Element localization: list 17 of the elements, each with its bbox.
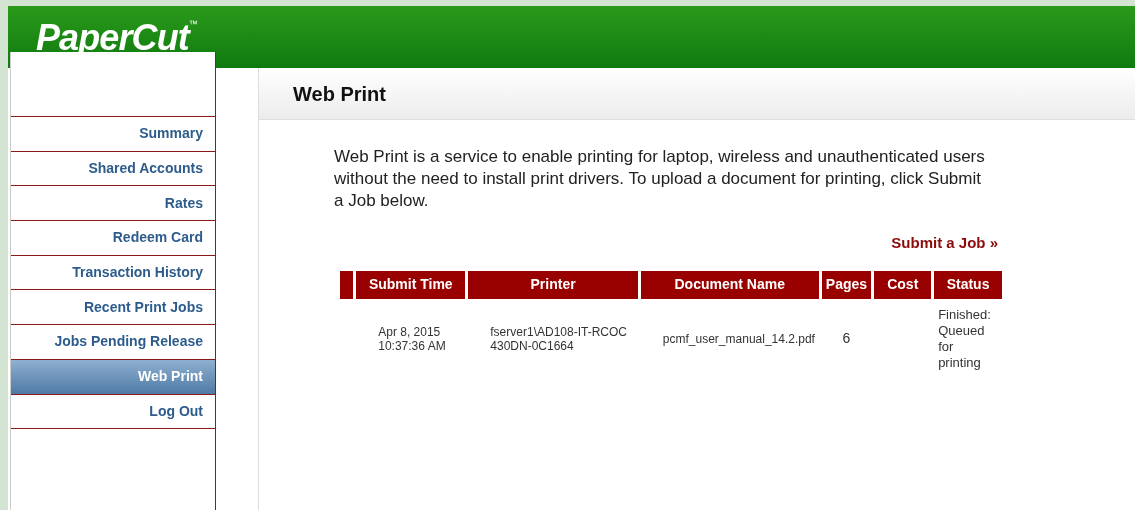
header-cell	[340, 270, 354, 299]
page-title: Web Print	[293, 81, 386, 107]
trademark-mark: ™	[188, 20, 198, 29]
column-header[interactable]: Submit Time	[356, 270, 466, 299]
table-cell-text: Apr 8, 2015 10:37:36 AM	[378, 324, 447, 353]
column-header[interactable]: Cost	[874, 270, 932, 299]
table-cell-text: pcmf_user_manual_14.2.pdf	[662, 331, 816, 346]
column-header[interactable]: Pages	[821, 270, 872, 299]
column-header[interactable]: Document Name	[640, 270, 819, 299]
column-header[interactable]: Printer	[468, 270, 638, 299]
submit-job-link[interactable]: Submit a Job »	[891, 232, 998, 255]
table-cell-text: Finished: Queued for printing	[938, 306, 992, 371]
table-cell-text: fserver1\AD108-IT-RCOC430DN-0C1664	[490, 324, 628, 353]
logo-text: PaperCut	[36, 20, 189, 56]
intro-paragraph: Web Print is a service to enable printing for laptop, wireless and unauthenticated users without the need to install print drivers. To upload a document for printing, click Submit a Job below.	[334, 146, 986, 212]
table-cell-text: 6	[841, 329, 852, 348]
column-header[interactable]: Status	[934, 270, 1002, 299]
